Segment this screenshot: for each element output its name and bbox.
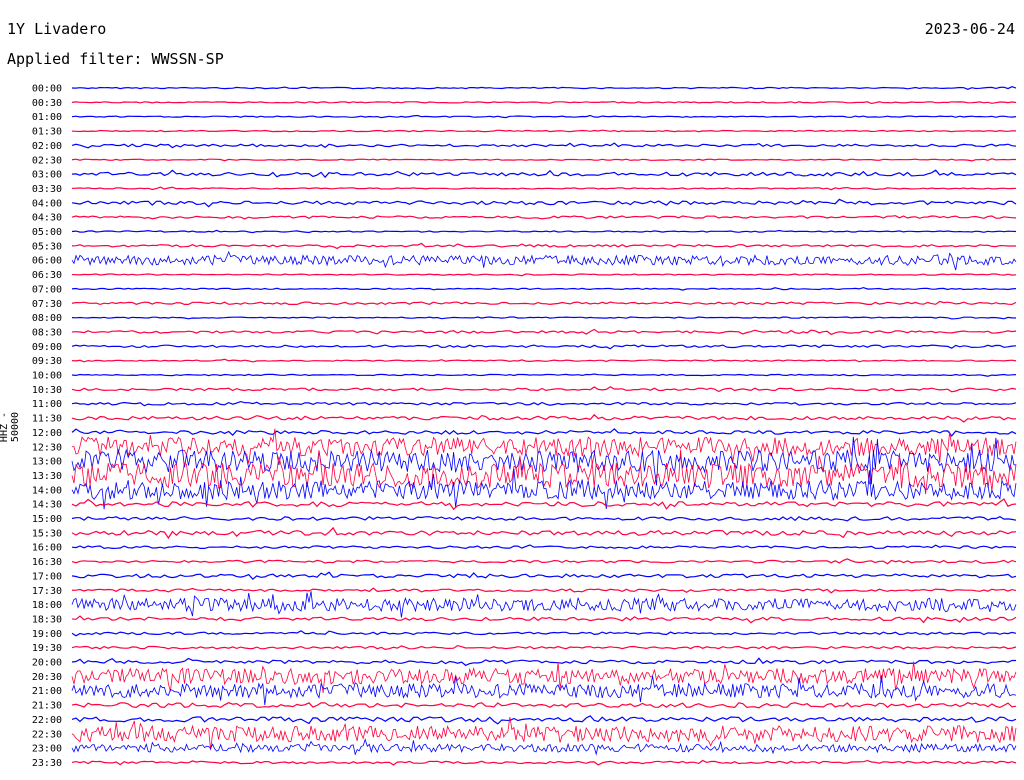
- time-tick-label: 22:30: [32, 729, 62, 740]
- time-tick-label: 00:30: [32, 98, 62, 109]
- time-tick-label: 01:30: [32, 127, 62, 138]
- trace-line: [71, 373, 1017, 377]
- time-tick-label: 02:30: [32, 155, 62, 166]
- time-labels: 00:00 00:30 01:00 01:30 02:00 02:30 03:00 03:30…: [32, 84, 62, 769]
- trace-line: [71, 300, 1017, 306]
- time-tick-label: 16:30: [32, 557, 62, 568]
- time-tick-label: 03:00: [32, 170, 62, 181]
- time-tick-label: 10:30: [32, 385, 62, 396]
- time-tick-label: 19:30: [32, 643, 62, 654]
- time-tick-label: 21:30: [32, 701, 62, 712]
- trace-line: [71, 657, 1016, 667]
- trace-line: [71, 215, 1017, 220]
- trace-line: [71, 198, 1017, 208]
- time-tick-label: 23:00: [32, 744, 62, 755]
- time-tick-label: 11:00: [32, 399, 62, 410]
- trace-line: [71, 544, 1017, 550]
- time-tick-label: 22:00: [32, 715, 62, 726]
- time-tick-label: 07:00: [32, 284, 62, 295]
- time-tick-label: 17:30: [32, 586, 62, 597]
- seismic-traces: [71, 86, 1017, 766]
- time-tick-label: 03:30: [32, 184, 62, 195]
- trace-line: [71, 715, 1017, 725]
- helicorder-plot: 00:00 00:30 01:00 01:30 02:00 02:30 03:00 03:30…: [32, 84, 1017, 769]
- time-tick-label: 02:00: [32, 141, 62, 152]
- trace-line: [71, 498, 1017, 511]
- trace-line: [71, 169, 1017, 179]
- time-tick-label: 04:00: [32, 198, 62, 209]
- trace-line: [71, 386, 1017, 393]
- trace-line: [71, 571, 1017, 581]
- time-tick-label: 00:00: [32, 84, 62, 95]
- trace-line: [71, 286, 1017, 291]
- trace-line: [71, 630, 1017, 637]
- time-tick-label: 01:00: [32, 112, 62, 123]
- trace-line: [71, 114, 1017, 119]
- trace-line: [71, 229, 1017, 234]
- trace-line: [71, 587, 1017, 594]
- trace-line: [71, 759, 1017, 766]
- time-tick-label: 17:00: [32, 571, 62, 582]
- trace-line: [71, 716, 1017, 751]
- time-tick-label: 05:30: [32, 241, 62, 252]
- trace-line: [71, 428, 1017, 437]
- time-tick-label: 12:30: [32, 442, 62, 453]
- trace-line: [71, 515, 1017, 522]
- time-tick-label: 06:30: [32, 270, 62, 281]
- time-tick-label: 11:30: [32, 414, 62, 425]
- time-tick-label: 08:30: [32, 327, 62, 338]
- trace-line: [71, 86, 1017, 90]
- time-tick-label: 15:30: [32, 528, 62, 539]
- trace-line: [71, 738, 1017, 756]
- trace-line: [71, 413, 1017, 423]
- trace-line: [71, 344, 1017, 350]
- time-tick-label: 05:00: [32, 227, 62, 238]
- time-tick-label: 18:00: [32, 600, 62, 611]
- trace-line: [71, 400, 1017, 407]
- time-tick-label: 09:30: [32, 356, 62, 367]
- trace-line: [71, 186, 1017, 191]
- trace-line: [71, 129, 1016, 133]
- time-tick-label: 06:00: [32, 256, 62, 267]
- time-tick-label: 20:00: [32, 658, 62, 669]
- trace-line: [71, 158, 1016, 162]
- trace-line: [71, 526, 1017, 540]
- time-tick-label: 13:00: [32, 457, 62, 468]
- time-tick-label: 10:00: [32, 371, 62, 382]
- time-tick-label: 23:30: [32, 758, 62, 769]
- time-tick-label: 12:00: [32, 428, 62, 439]
- trace-line: [71, 250, 1017, 271]
- time-tick-label: 07:30: [32, 299, 62, 310]
- trace-line: [71, 615, 1017, 624]
- trace-line: [71, 142, 1017, 149]
- trace-line: [71, 644, 1017, 651]
- trace-line: [71, 358, 1017, 363]
- time-tick-label: 14:30: [32, 500, 62, 511]
- trace-line: [71, 591, 1017, 618]
- time-tick-label: 20:30: [32, 672, 62, 683]
- trace-line: [71, 328, 1017, 336]
- trace-line: [71, 273, 1017, 277]
- time-tick-label: 15:00: [32, 514, 62, 525]
- trace-line: [71, 242, 1016, 250]
- time-tick-label: 19:00: [32, 629, 62, 640]
- time-tick-label: 09:00: [32, 342, 62, 353]
- trace-line: [71, 100, 1017, 105]
- time-tick-label: 14:00: [32, 485, 62, 496]
- trace-line: [71, 558, 1017, 565]
- time-tick-label: 08:00: [32, 313, 62, 324]
- time-tick-label: 04:30: [32, 213, 62, 224]
- trace-line: [71, 702, 1017, 709]
- trace-line: [71, 316, 1017, 320]
- time-tick-label: 21:00: [32, 686, 62, 697]
- time-tick-label: 18:30: [32, 614, 62, 625]
- time-tick-label: 13:30: [32, 471, 62, 482]
- time-tick-label: 16:00: [32, 543, 62, 554]
- trace-line: [71, 675, 1017, 706]
